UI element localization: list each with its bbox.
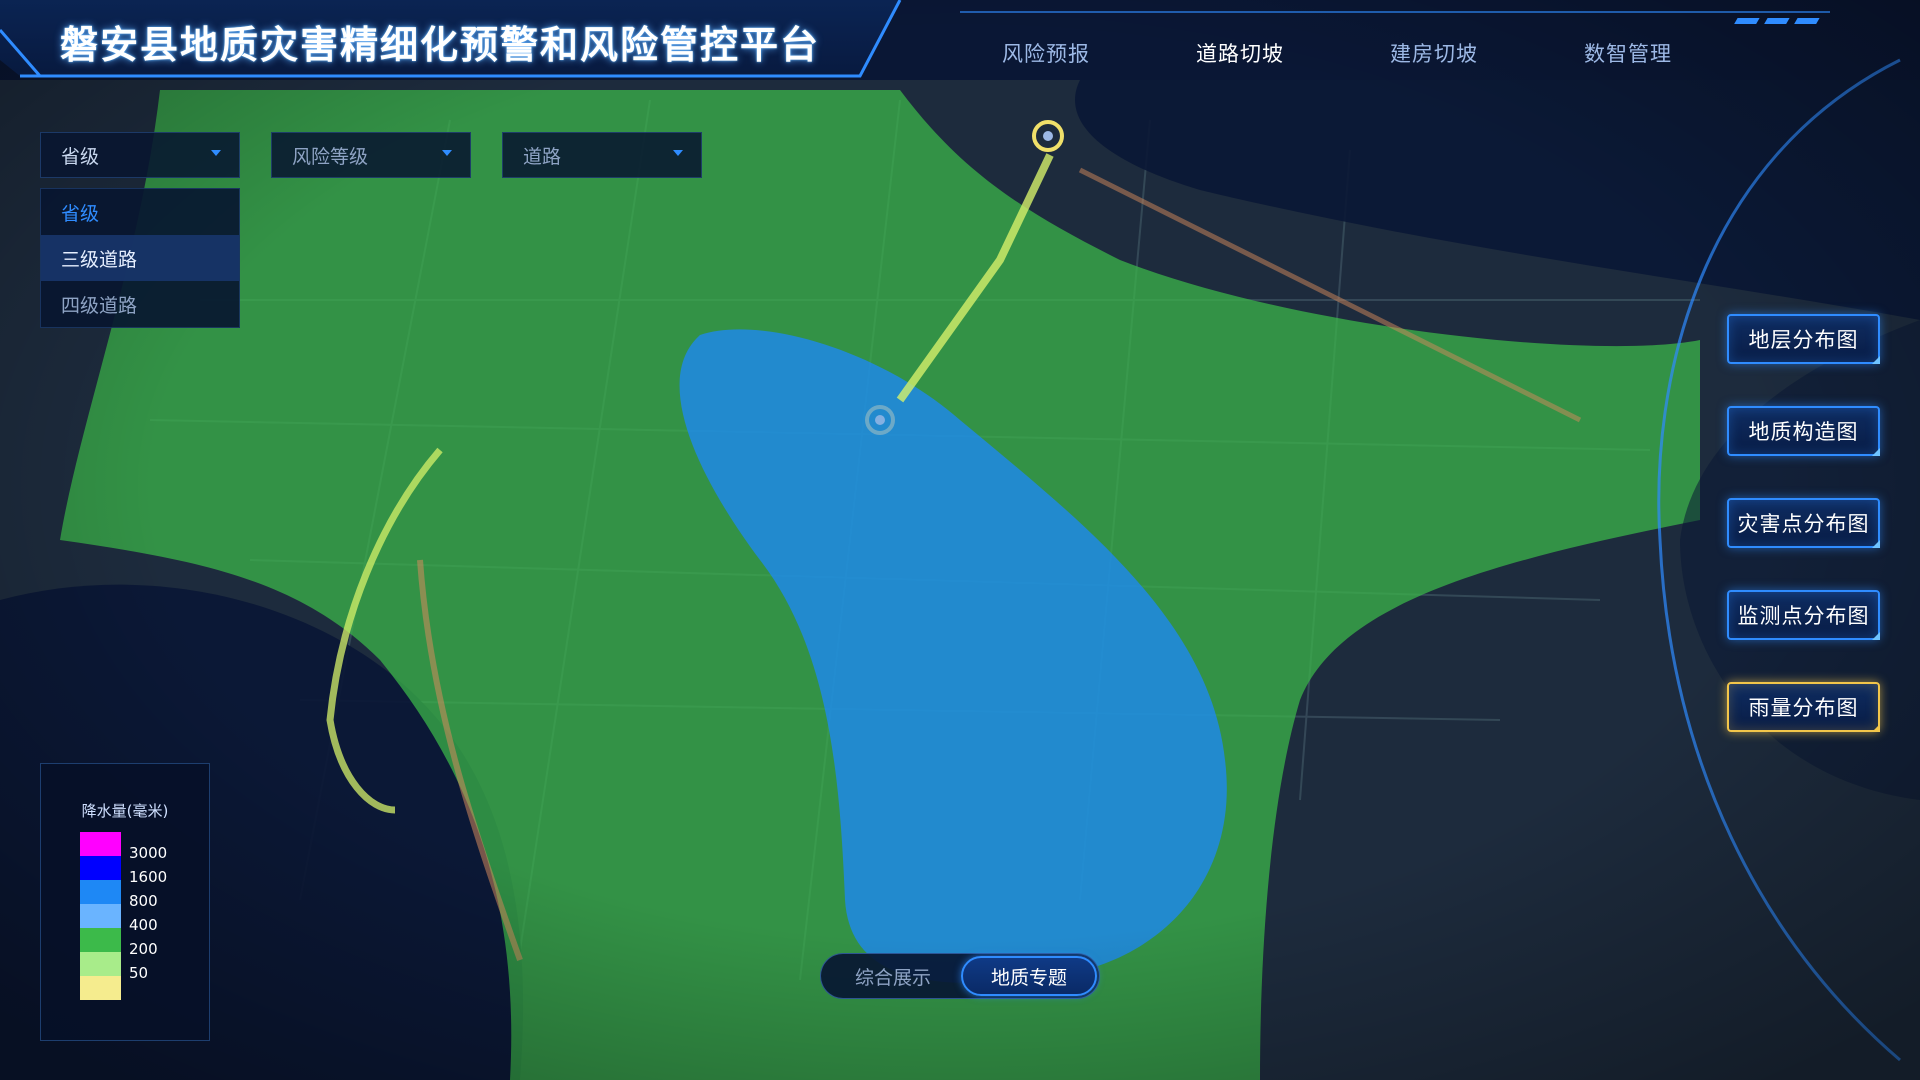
legend-swatch (80, 976, 121, 1000)
legend-label: 200 (129, 940, 158, 958)
dropdown-option-class4-road[interactable]: 四级道路 (41, 281, 239, 327)
legend-label: 3000 (129, 844, 168, 862)
chevron-down-icon (442, 150, 452, 156)
risk-level-select-value: 风险等级 (292, 145, 369, 168)
tab-risk-forecast[interactable]: 风险预报 (966, 28, 1126, 78)
comprehensive-display-button[interactable]: 综合展示 (825, 956, 961, 996)
legend-title: 降水量(毫米) (81, 802, 169, 820)
tab-digital-management[interactable]: 数智管理 (1548, 28, 1708, 78)
legend-label: 50 (129, 964, 149, 982)
legend-swatch (80, 904, 121, 928)
legend-swatch (80, 832, 121, 856)
level-select[interactable]: 省级 (40, 132, 240, 178)
header-bar: 磐安县地质灾害精细化预警和风险管控平台 风险预报 道路切坡 建房切坡 数智管理 (0, 0, 1920, 84)
stratum-map-button[interactable]: 地层分布图 (1727, 314, 1880, 364)
geology-topic-button[interactable]: 地质专题 (961, 956, 1097, 996)
dropdown-option-provincial[interactable]: 省级 (41, 189, 239, 235)
risk-level-select[interactable]: 风险等级 (271, 132, 471, 178)
legend-swatch (80, 856, 121, 880)
legend-swatch (80, 952, 121, 976)
road-select[interactable]: 道路 (502, 132, 702, 178)
rainfall-legend: 降水量(毫米) 3000 1600 800 400 200 50 (40, 763, 210, 1041)
monitoring-point-map-button[interactable]: 监测点分布图 (1727, 590, 1880, 640)
legend-label: 400 (129, 916, 158, 934)
chevron-down-icon (673, 150, 683, 156)
legend-label: 1600 (129, 868, 168, 886)
legend-swatch (80, 928, 121, 952)
tab-building-slope[interactable]: 建房切坡 (1354, 28, 1514, 78)
legend-swatch (80, 880, 121, 904)
legend-label: 800 (129, 892, 158, 910)
level-dropdown-menu: 省级 三级道路 四级道路 (40, 188, 240, 328)
hazard-point-map-button[interactable]: 灾害点分布图 (1727, 498, 1880, 548)
geologic-structure-map-button[interactable]: 地质构造图 (1727, 406, 1880, 456)
chevron-down-icon (211, 150, 221, 156)
road-select-value: 道路 (523, 145, 562, 168)
page-title: 磐安县地质灾害精细化预警和风险管控平台 (60, 23, 821, 67)
rainfall-map-button[interactable]: 雨量分布图 (1727, 682, 1880, 732)
tab-road-slope[interactable]: 道路切坡 (1160, 28, 1320, 78)
level-select-value: 省级 (61, 145, 100, 168)
dropdown-option-class3-road[interactable]: 三级道路 (41, 235, 239, 281)
display-mode-toggle: 综合展示 地质专题 (820, 953, 1100, 999)
